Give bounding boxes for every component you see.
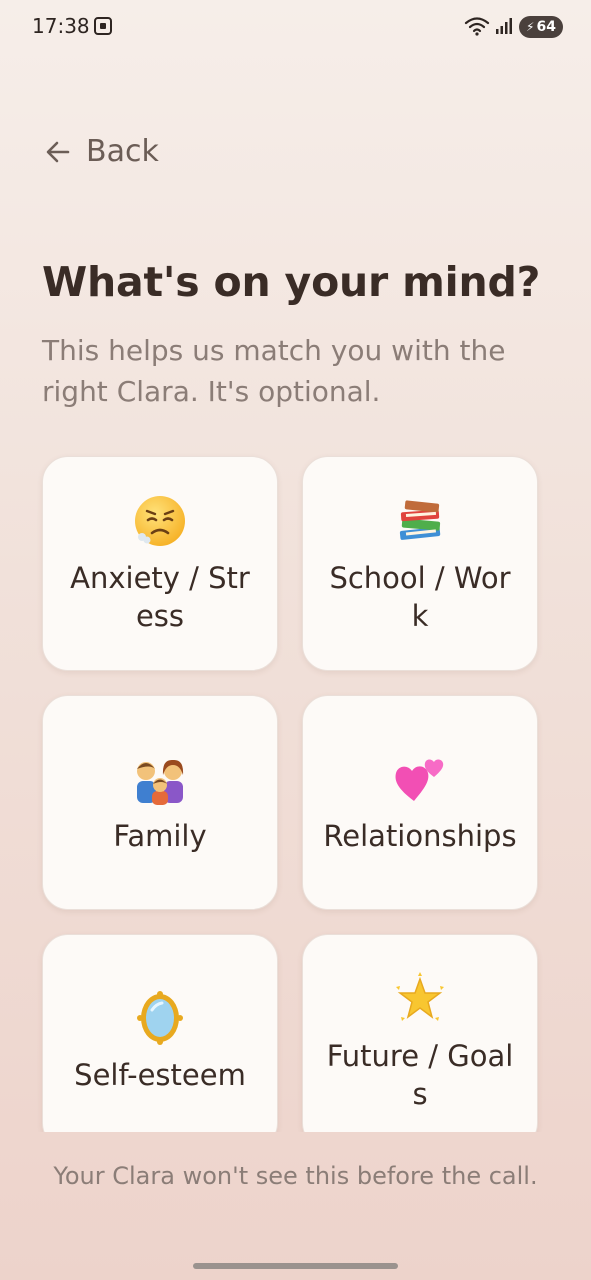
screen-record-icon: [94, 17, 112, 35]
page-title: What's on your mind?: [42, 258, 541, 306]
back-button[interactable]: Back: [44, 134, 159, 169]
status-bar: 17:38 ⚡ 64: [0, 0, 591, 56]
topics-grid: Anxiety / Stress School / Work Family Re…: [42, 456, 538, 1132]
page-subtitle: This helps us match you with the right C…: [42, 334, 506, 408]
arrow-left-icon: [46, 141, 70, 162]
topic-card-school-work[interactable]: School / Work: [302, 456, 538, 671]
topic-label: Self-esteem: [74, 1057, 246, 1092]
topic-label: School / Work: [329, 560, 511, 633]
books-icon: [399, 499, 441, 540]
back-label: Back: [86, 134, 159, 169]
wifi-icon: [464, 17, 490, 36]
topic-label: Relationships: [323, 818, 517, 853]
charging-bolt-icon: ⚡: [526, 20, 535, 34]
topics-scroll-area[interactable]: Anxiety / Stress School / Work Family Re…: [30, 446, 560, 1132]
anxious-face-icon: [135, 495, 185, 546]
status-time: 17:38: [32, 14, 90, 38]
topic-card-self-esteem[interactable]: Self-esteem: [42, 934, 278, 1132]
battery-level: 64: [536, 19, 556, 35]
mirror-icon: [137, 990, 183, 1045]
topic-card-relationships[interactable]: Relationships: [302, 695, 538, 910]
signal-icon: [496, 18, 512, 34]
glowing-star-icon: [396, 971, 444, 1021]
topic-label: Future / Goals: [326, 1038, 514, 1111]
home-indicator[interactable]: [193, 1263, 398, 1269]
topic-card-family[interactable]: Family: [42, 695, 278, 910]
privacy-note: Your Clara won't see this before the cal…: [53, 1162, 538, 1190]
topic-card-future-goals[interactable]: Future / Goals: [302, 934, 538, 1132]
family-icon: [137, 759, 184, 805]
two-hearts-icon: [395, 758, 444, 801]
topic-card-anxiety-stress[interactable]: Anxiety / Stress: [42, 456, 278, 671]
topic-label: Anxiety / Stress: [70, 560, 250, 633]
battery-icon: ⚡ 64: [519, 16, 563, 38]
topic-label: Family: [113, 818, 207, 853]
